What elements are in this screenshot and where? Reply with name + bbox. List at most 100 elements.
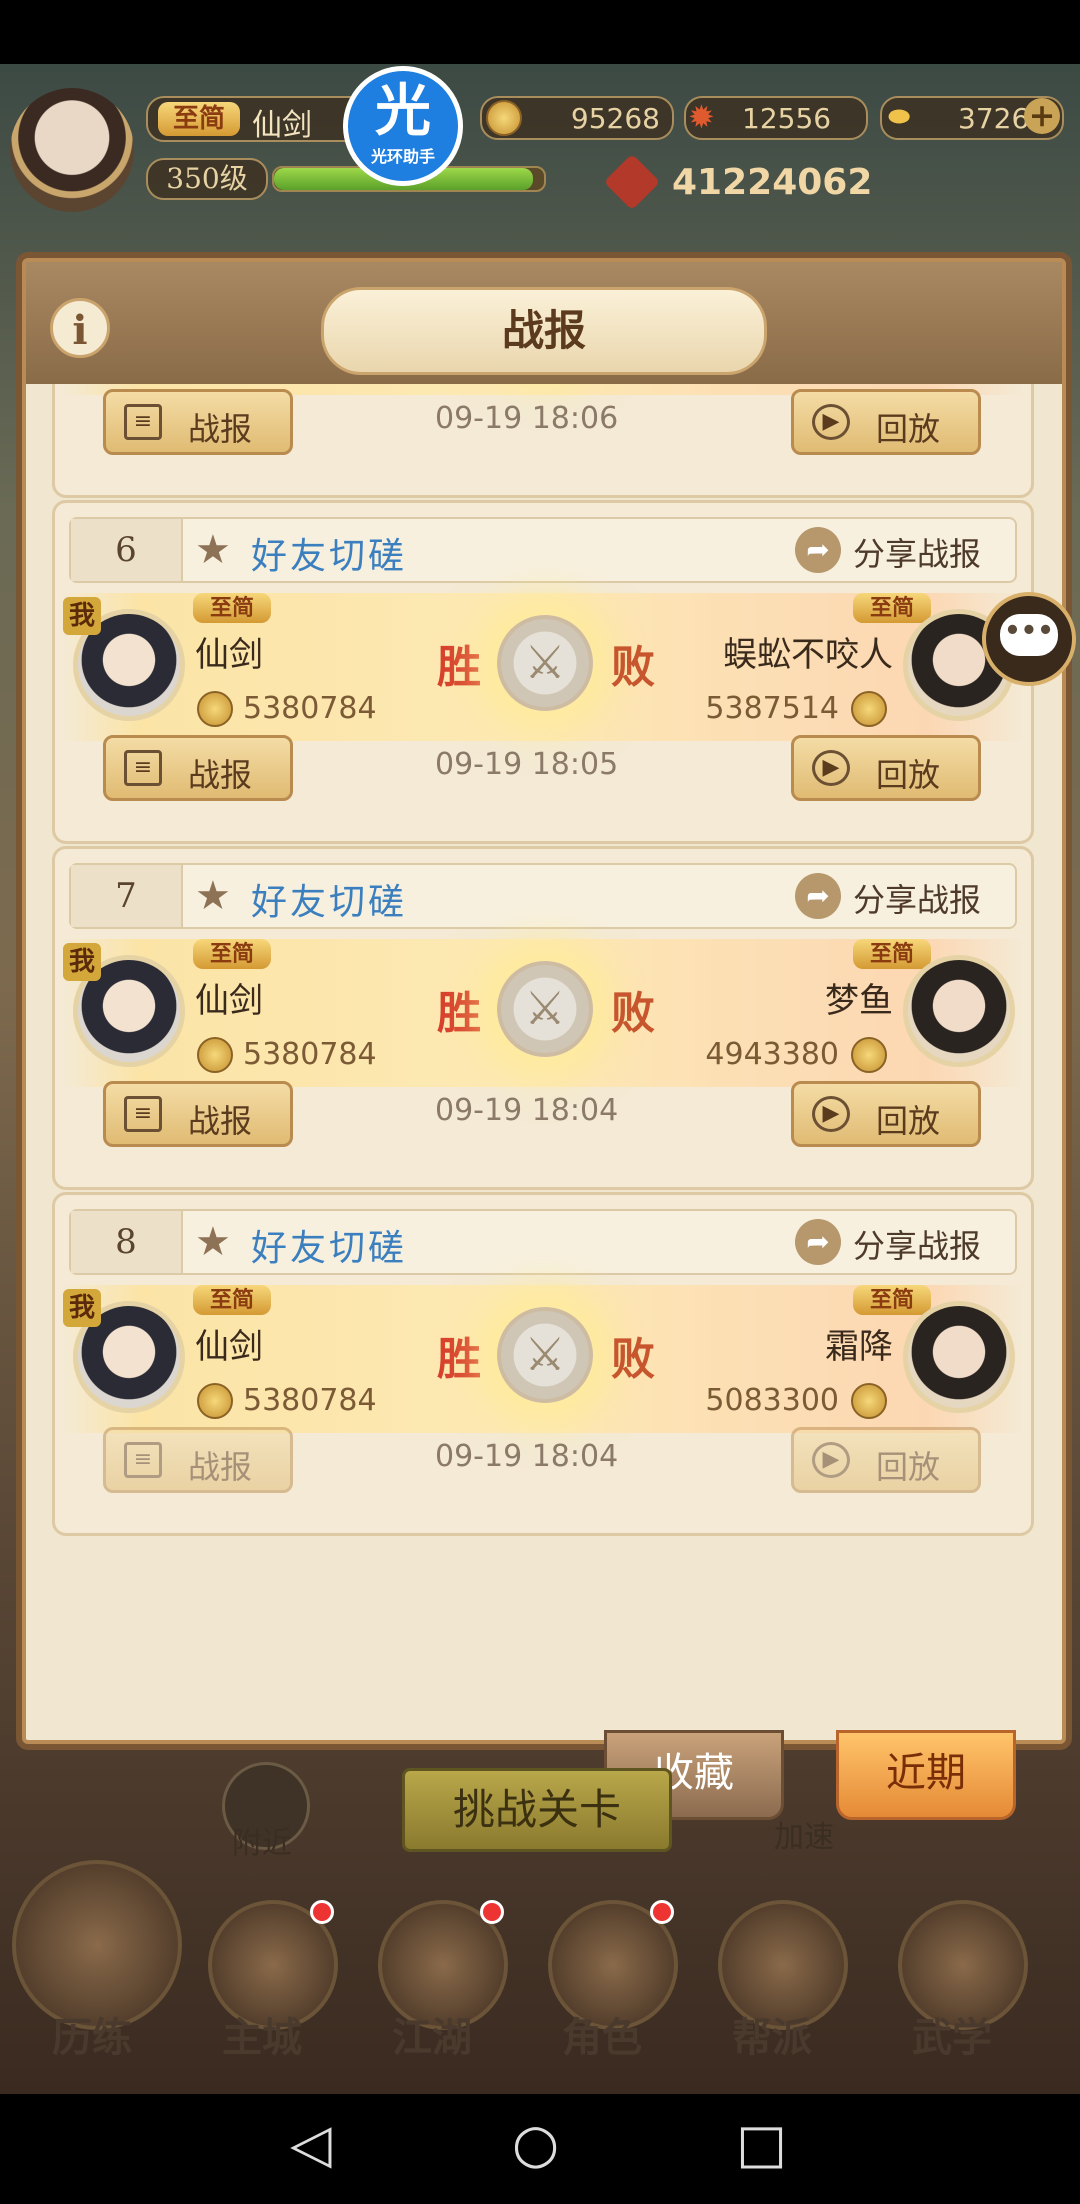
power-icon	[603, 153, 661, 211]
win-label: 胜	[437, 988, 481, 1039]
battle-row: 我 至简 仙剑 5380784 胜 ⚔ 败 至简 梦鱼 4943380	[63, 939, 1023, 1087]
left-player-power: 5380784	[243, 691, 377, 726]
challenge-label: 挑战关卡	[452, 1785, 621, 1834]
list-icon: ≡	[124, 1096, 162, 1132]
replay-button[interactable]: ▶ 回放	[791, 389, 981, 455]
tab-recent[interactable]: 近期	[836, 1730, 1016, 1820]
battle-list[interactable]: 5 ★ 好友切磋 ➦ 分享战报 我 至简 仙剑 5380784 胜 ⚔ 败 至简…	[26, 384, 1062, 1740]
player-level: 350级	[146, 158, 268, 200]
share-icon[interactable]: ➦	[795, 1219, 841, 1265]
star-icon[interactable]: ★	[195, 529, 231, 571]
lose-label: 败	[611, 642, 655, 693]
menu-label-1[interactable]: 主城	[222, 2005, 302, 2063]
nearby-label: 附近	[232, 1826, 292, 1861]
win-label: 胜	[437, 1334, 481, 1385]
battle-index: 8	[71, 1211, 183, 1273]
home-icon[interactable]: ○	[512, 2112, 559, 2175]
status-bar	[0, 0, 1080, 64]
battle-card-header: 8 ★ 好友切磋 ➦ 分享战报	[69, 1209, 1017, 1275]
battle-time: 09-19 18:05	[435, 747, 619, 782]
right-player-name: 梦鱼	[825, 981, 893, 1021]
notification-dot	[480, 1900, 504, 1924]
gold-pill: 95268	[480, 96, 674, 140]
chat-bubble-icon[interactable]: •••	[982, 592, 1076, 686]
right-player-avatar[interactable]	[903, 1301, 1015, 1413]
menu-label-2[interactable]: 江湖	[392, 2005, 472, 2063]
replay-button-label: 回放	[876, 1102, 941, 1140]
menu-label-4[interactable]: 帮派	[732, 2005, 812, 2063]
right-player-avatar[interactable]	[903, 955, 1015, 1067]
power-value: 41224062	[672, 162, 873, 203]
me-badge: 我	[63, 597, 101, 635]
menu-label-5[interactable]: 武学	[912, 2005, 992, 2063]
assistant-logo-label: 光环助手	[370, 147, 435, 166]
report-button[interactable]: ≡ 战报	[103, 735, 293, 801]
report-button-label: 战报	[188, 756, 253, 794]
stamina-value: 12556	[742, 102, 832, 135]
star-icon[interactable]: ★	[195, 875, 231, 917]
play-icon: ▶	[812, 1096, 850, 1132]
replay-button-label: 回放	[876, 1448, 941, 1486]
info-icon[interactable]: i	[50, 298, 110, 358]
share-icon[interactable]: ➦	[795, 873, 841, 919]
challenge-button[interactable]: 挑战关卡	[402, 1768, 672, 1852]
player-avatar[interactable]	[10, 88, 134, 212]
replay-button[interactable]: ▶ 回放	[791, 1427, 981, 1493]
play-icon: ▶	[812, 750, 850, 786]
right-player-power: 5083300	[705, 1383, 839, 1418]
right-player-power: 4943380	[705, 1037, 839, 1072]
gold-value: 95268	[570, 102, 660, 135]
share-report-button[interactable]: 分享战报	[853, 875, 981, 921]
report-button-label: 战报	[188, 410, 253, 448]
menu-label-0[interactable]: 历练	[52, 2005, 132, 2063]
add-ingot-icon[interactable]: +	[1024, 98, 1060, 134]
dialog-header: i 战报	[26, 262, 1062, 384]
tab-recent-label: 近期	[886, 1750, 966, 1796]
replay-button-label: 回放	[876, 410, 941, 448]
star-icon[interactable]: ★	[195, 1221, 231, 1263]
replay-button[interactable]: ▶ 回放	[791, 735, 981, 801]
battle-card: 8 ★ 好友切磋 ➦ 分享战报 我 至简 仙剑 5380784 胜 ⚔ 败 至简…	[52, 1192, 1034, 1536]
left-rank-badge: 至简	[193, 593, 271, 623]
right-rank-badge: 至简	[853, 1285, 931, 1315]
share-icon[interactable]: ➦	[795, 527, 841, 573]
back-icon[interactable]: ◁	[290, 2112, 332, 2175]
recents-icon[interactable]: □	[736, 2112, 787, 2175]
report-button[interactable]: ≡ 战报	[103, 389, 293, 455]
crossed-swords-icon: ⚔	[497, 961, 593, 1057]
left-power-coin-icon	[197, 1037, 233, 1073]
right-power-coin-icon	[851, 691, 887, 727]
ingot-pill: ⬬ 3726 +	[880, 96, 1064, 140]
me-badge: 我	[63, 943, 101, 981]
dialog-title: 战报	[321, 287, 767, 375]
report-button[interactable]: ≡ 战报	[103, 1081, 293, 1147]
crossed-swords-icon: ⚔	[497, 615, 593, 711]
me-badge: 我	[63, 1289, 101, 1327]
right-power-coin-icon	[851, 1037, 887, 1073]
win-label: 胜	[437, 642, 481, 693]
battle-mode: 好友切磋	[251, 536, 408, 577]
battle-card: 5 ★ 好友切磋 ➦ 分享战报 我 至简 仙剑 5380784 胜 ⚔ 败 至简…	[52, 384, 1034, 498]
power-display: 41224062	[603, 153, 872, 211]
report-button[interactable]: ≡ 战报	[103, 1427, 293, 1493]
assistant-logo[interactable]: 光 光环助手	[343, 66, 463, 186]
replay-button[interactable]: ▶ 回放	[791, 1081, 981, 1147]
share-report-button[interactable]: 分享战报	[853, 529, 981, 575]
share-report-button[interactable]: 分享战报	[853, 1221, 981, 1267]
speedup-label: 加速	[774, 1820, 834, 1855]
list-icon: ≡	[124, 404, 162, 440]
assistant-logo-char: 光	[375, 78, 431, 144]
battle-card-header: 6 ★ 好友切磋 ➦ 分享战报	[69, 517, 1017, 583]
player-name: 仙剑	[252, 108, 312, 143]
notification-dot	[650, 1900, 674, 1924]
stamina-pill: ✹ 12556	[684, 96, 868, 140]
report-button-label: 战报	[188, 1102, 253, 1140]
list-icon: ≡	[124, 1442, 162, 1478]
battle-mode: 好友切磋	[251, 882, 408, 923]
left-rank-badge: 至简	[193, 1285, 271, 1315]
left-rank-badge: 至简	[193, 939, 271, 969]
left-player-name: 仙剑	[195, 981, 263, 1021]
notification-dot	[310, 1900, 334, 1924]
menu-label-3[interactable]: 角色	[562, 2005, 642, 2063]
battle-index: 6	[71, 519, 183, 581]
